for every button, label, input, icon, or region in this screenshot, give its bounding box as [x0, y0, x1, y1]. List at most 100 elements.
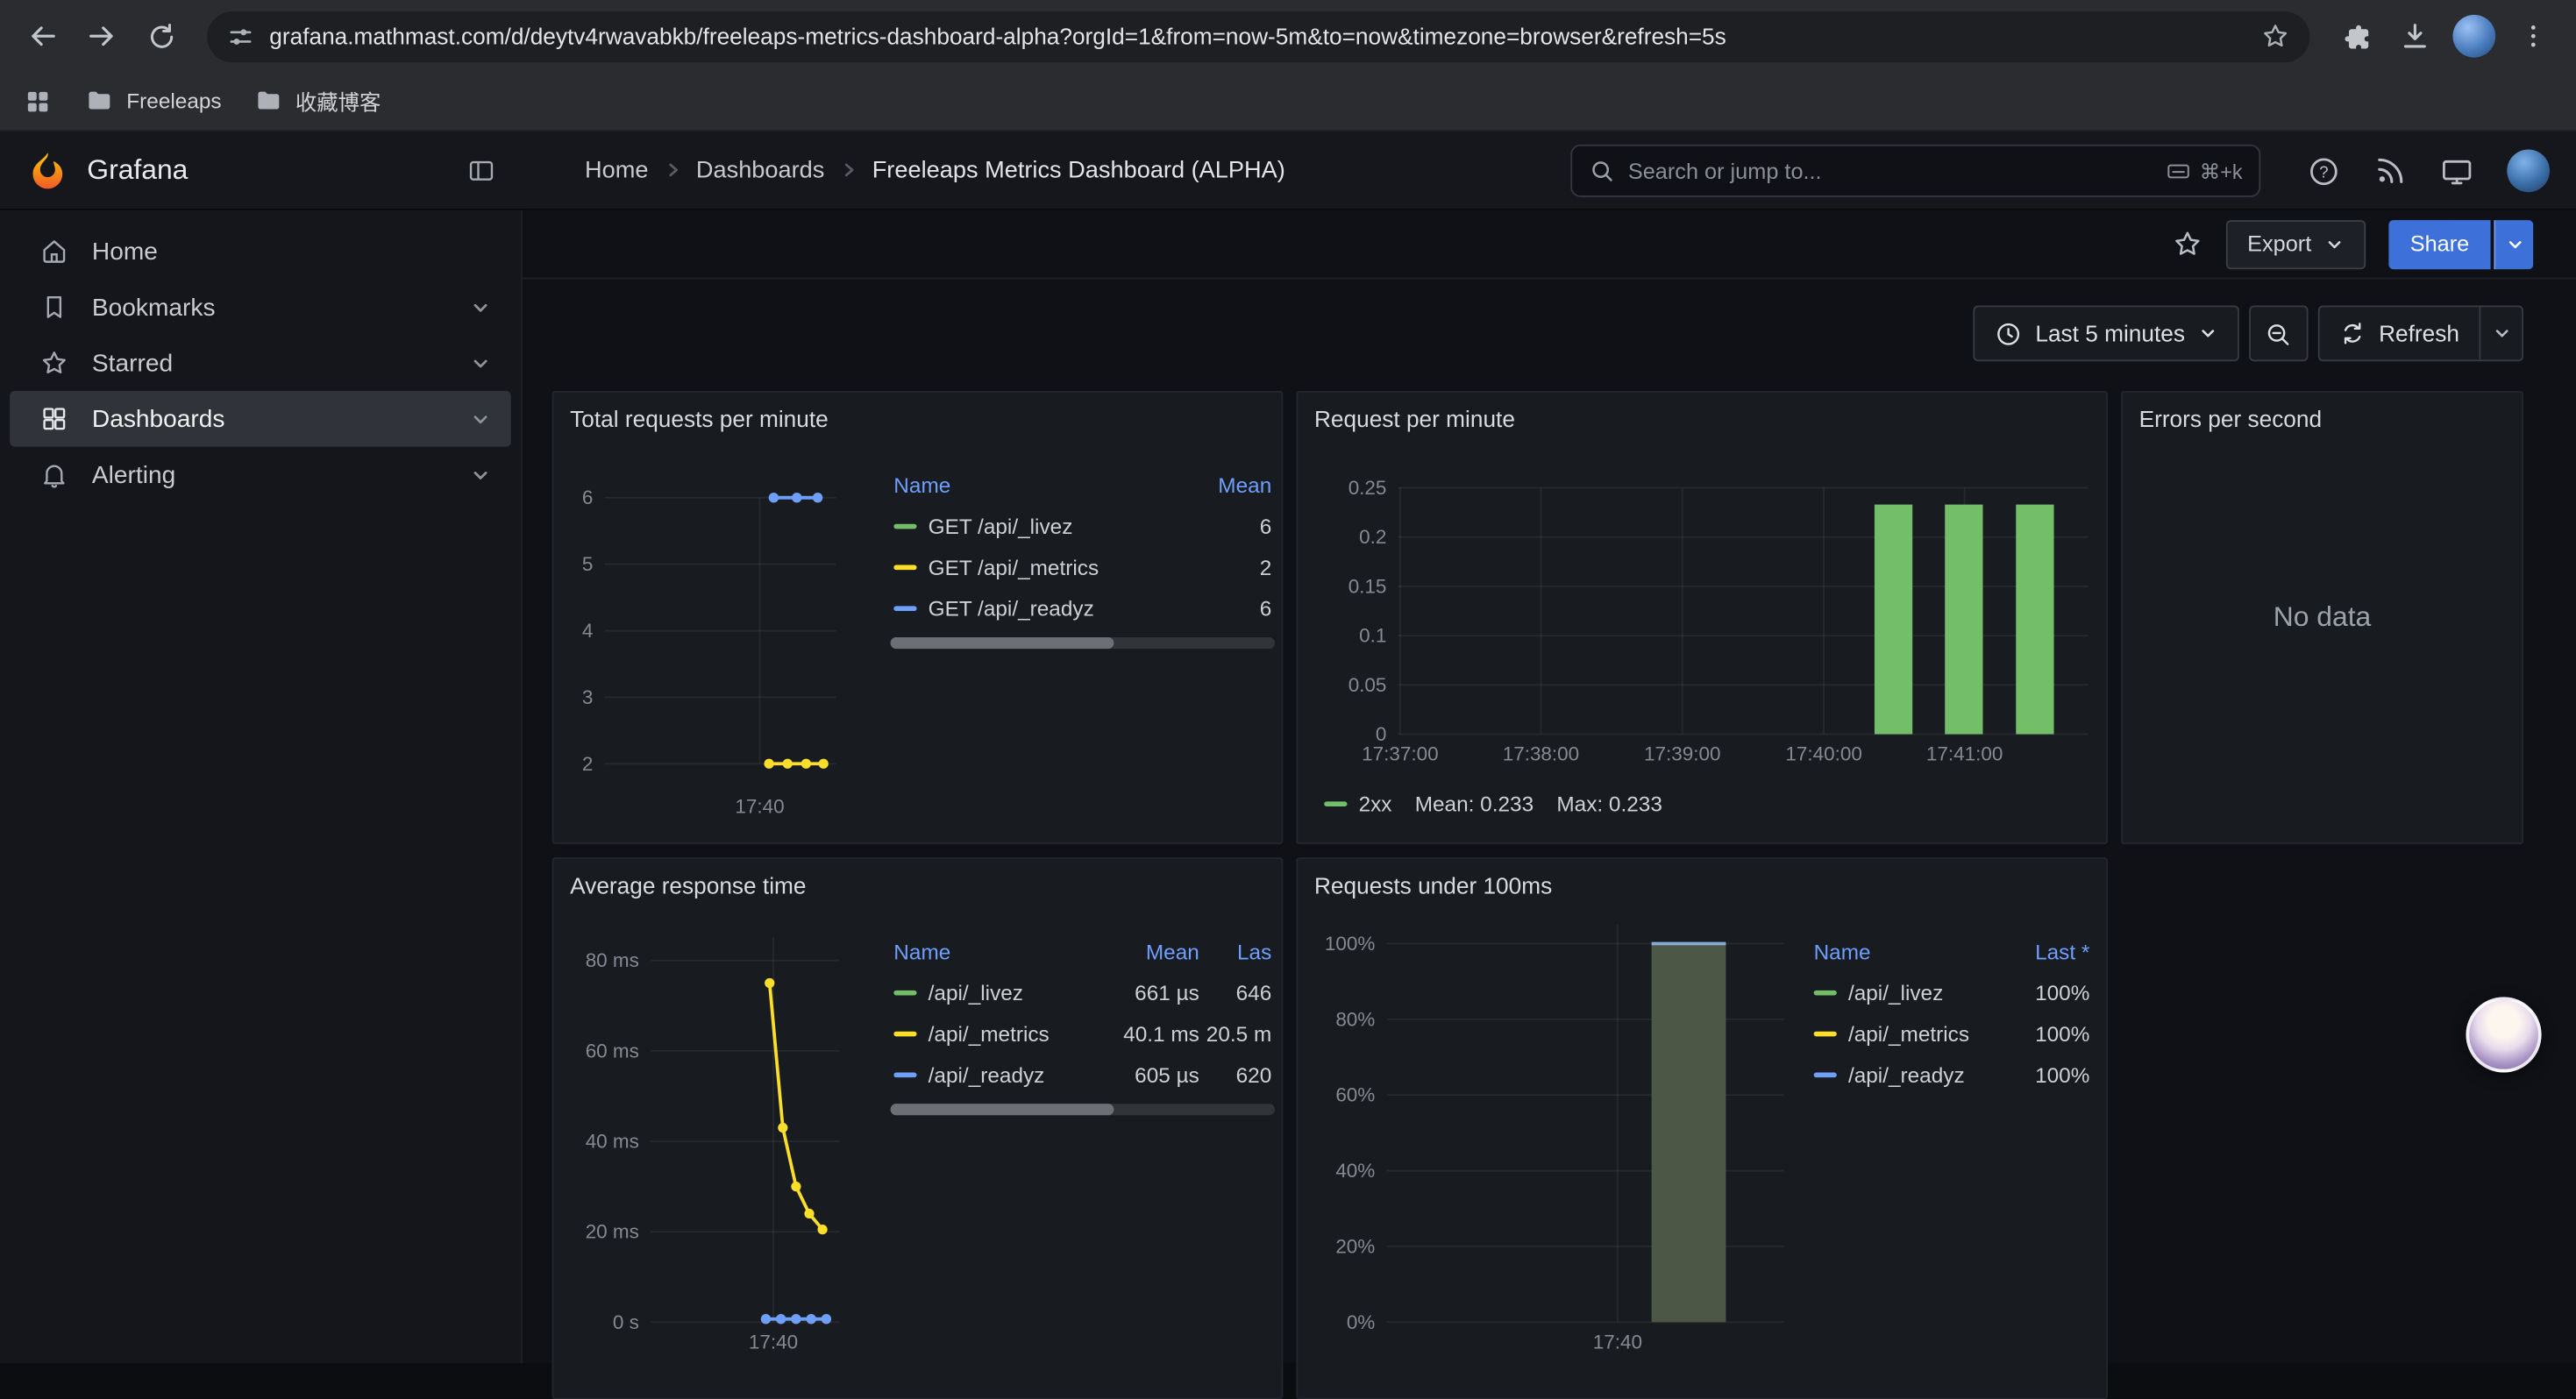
series-name[interactable]: /api/_livez [1814, 981, 2004, 1005]
refresh-interval-button[interactable] [2479, 307, 2522, 359]
extensions-button[interactable] [2330, 10, 2382, 62]
legend-col-mean[interactable]: Mean [1192, 473, 1271, 498]
svg-text:17:40: 17:40 [1593, 1331, 1642, 1353]
svg-text:0: 0 [1376, 723, 1387, 745]
series-last: 100% [2004, 1062, 2089, 1087]
sidebar-item-starred[interactable]: Starred [10, 335, 510, 391]
zoom-out-button[interactable] [2249, 306, 2308, 362]
help-icon[interactable]: ? [2307, 153, 2341, 188]
sidebar-nav: Home Bookmarks Starred Dashboards Alerti… [0, 210, 523, 1363]
chevron-down-icon[interactable] [470, 296, 491, 317]
panel-average-response-time: Average response time 80 ms60 ms40 ms20 … [552, 857, 1284, 1399]
dashboard-actions-bar: Export Share [523, 210, 2576, 280]
time-toolbar: Last 5 minutes Refresh [1973, 306, 2523, 362]
bookmark-folder-label: 收藏博客 [295, 85, 381, 117]
legend-row: GET /api/_metrics 2 [891, 547, 1275, 588]
grafana-logo[interactable] [26, 149, 69, 192]
panel-title[interactable]: Average response time [570, 872, 806, 898]
refresh-split-button: Refresh [2318, 306, 2523, 362]
browser-profile-button[interactable] [2448, 10, 2501, 62]
share-button[interactable]: Share [2388, 219, 2490, 268]
legend-scrollbar-thumb[interactable] [891, 637, 1114, 649]
time-range-picker[interactable]: Last 5 minutes [1973, 306, 2239, 362]
svg-text:17:37:00: 17:37:00 [1362, 743, 1438, 765]
user-avatar[interactable] [2507, 150, 2550, 193]
share-menu-button[interactable] [2494, 219, 2533, 268]
legend-col-mean[interactable]: Mean [1104, 940, 1199, 964]
total-requests-chart[interactable]: 6543217:40 [560, 458, 859, 842]
sidebar-item-dashboards[interactable]: Dashboards [10, 391, 510, 447]
series-name[interactable]: /api/_readyz [1814, 1062, 2004, 1087]
series-name[interactable]: /api/_metrics [1814, 1021, 2004, 1046]
bookmark-star-icon[interactable] [2260, 21, 2290, 51]
legend-col-name[interactable]: Name [1814, 940, 2004, 964]
forward-button[interactable] [75, 10, 128, 62]
bookmark-folder-freeleaps[interactable]: Freeleaps [85, 87, 221, 115]
sidebar-item-label: Starred [92, 349, 173, 377]
legend-scrollbar[interactable] [891, 1104, 1275, 1115]
apps-grid-icon[interactable] [23, 86, 53, 116]
back-button[interactable] [17, 10, 69, 62]
chevron-down-icon [2492, 323, 2511, 343]
search-input[interactable] [1628, 159, 2153, 183]
collapse-sidebar-button[interactable] [466, 155, 496, 185]
bookmark-folder-blogs[interactable]: 收藏博客 [254, 85, 381, 117]
legend-scrollbar-thumb[interactable] [891, 1104, 1114, 1115]
favorite-star-button[interactable] [2172, 228, 2203, 259]
series-name[interactable]: GET /api/_metrics [893, 555, 1192, 579]
browser-menu-button[interactable] [2507, 10, 2559, 62]
legend-table: Name Mean GET /api/_livez 6 GET /api/_me… [891, 465, 1275, 649]
series-color-swatch [1324, 801, 1347, 807]
search-box[interactable]: ⌘+k [1570, 145, 2260, 197]
svg-text:3: 3 [582, 686, 594, 708]
chevron-down-icon[interactable] [470, 352, 491, 373]
sidebar-item-label: Dashboards [92, 405, 225, 433]
refresh-button[interactable]: Refresh [2320, 307, 2480, 359]
requests-under-100ms-chart[interactable]: 100%80%60%40%20%0%17:40 [1307, 925, 1800, 1363]
legend-scrollbar[interactable] [891, 637, 1275, 649]
sidebar-item-alerting[interactable]: Alerting [10, 447, 510, 503]
reload-button[interactable] [135, 10, 188, 62]
legend-col-name[interactable]: Name [893, 473, 1192, 498]
url-text[interactable]: grafana.mathmast.com/d/deytv4rwavabkb/fr… [269, 23, 2245, 49]
panel-title[interactable]: Total requests per minute [570, 406, 829, 432]
site-settings-icon[interactable] [227, 22, 255, 50]
series-name[interactable]: /api/_metrics [893, 1021, 1104, 1046]
news-rss-icon[interactable] [2374, 154, 2407, 187]
panel-title[interactable]: Request per minute [1314, 406, 1515, 432]
chevron-down-icon[interactable] [470, 408, 491, 430]
series-name[interactable]: /api/_livez [893, 981, 1104, 1005]
legend-col-last[interactable]: Las [1199, 940, 1271, 964]
series-name[interactable]: GET /api/_readyz [893, 596, 1192, 621]
sidebar-item-bookmarks[interactable]: Bookmarks [10, 280, 510, 336]
folder-icon [85, 87, 113, 115]
bookmarks-bar: Freeleaps 收藏博客 [0, 72, 2576, 131]
downloads-button[interactable] [2388, 10, 2441, 62]
kebab-menu-icon [2518, 21, 2548, 51]
request-per-minute-chart[interactable]: 0.250.20.150.10.05017:37:0017:38:0017:39… [1307, 458, 2099, 787]
panel-title[interactable]: Requests under 100ms [1314, 872, 1552, 898]
url-bar[interactable]: grafana.mathmast.com/d/deytv4rwavabkb/fr… [207, 11, 2309, 61]
series-name[interactable]: /api/_readyz [893, 1062, 1104, 1087]
sidebar-item-home[interactable]: Home [10, 224, 510, 280]
svg-text:60 ms: 60 ms [586, 1040, 639, 1062]
forward-icon [85, 19, 117, 52]
breadcrumb-home[interactable]: Home [585, 157, 648, 183]
legend-table: Name Last * /api/_livez 100% /api/_metri… [1811, 931, 2093, 1095]
average-response-time-chart[interactable]: 80 ms60 ms40 ms20 ms0 s17:40 [560, 925, 859, 1363]
export-button[interactable]: Export [2226, 219, 2366, 268]
assistant-avatar-overlay[interactable] [2466, 997, 2541, 1072]
series-last: 20.5 m [1199, 1021, 1271, 1046]
display-icon[interactable] [2439, 153, 2473, 188]
series-last: 100% [2004, 1021, 2089, 1046]
series-mean: 6 [1192, 596, 1271, 621]
browser-profile-avatar [2452, 15, 2495, 58]
series-name[interactable]: GET /api/_livez [893, 514, 1192, 538]
series-mean: 6 [1192, 514, 1271, 538]
series-name[interactable]: 2xx [1324, 792, 1391, 816]
chevron-down-icon[interactable] [470, 464, 491, 485]
breadcrumb-dashboards[interactable]: Dashboards [696, 157, 825, 183]
legend-col-name[interactable]: Name [893, 940, 1104, 964]
legend-col-last[interactable]: Last * [2004, 940, 2089, 964]
bell-icon [39, 460, 69, 490]
